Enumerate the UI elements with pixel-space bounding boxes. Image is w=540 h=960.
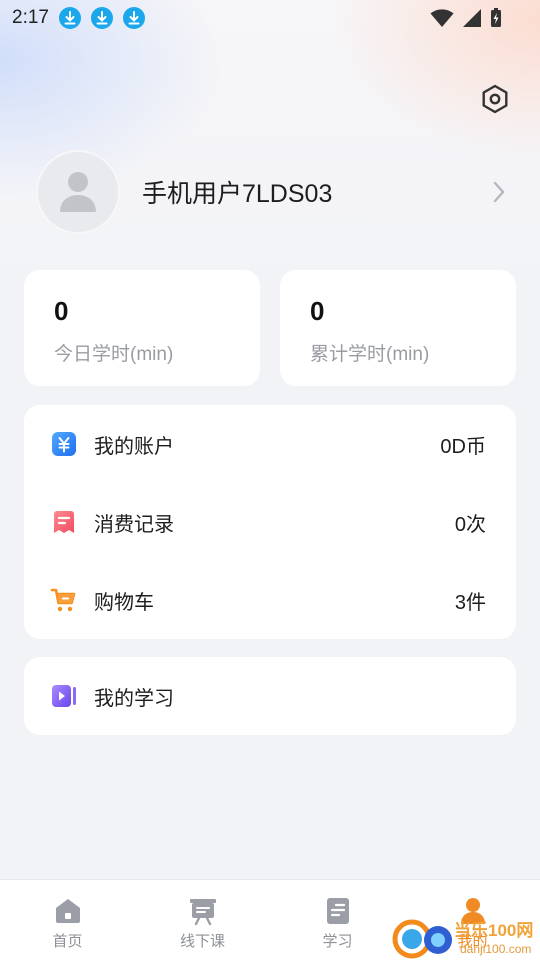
study-menu-card: 我的学习 <box>24 657 516 735</box>
chevron-right-icon <box>493 181 505 203</box>
total-study-value: 0 <box>310 296 325 326</box>
wifi-icon <box>430 9 454 27</box>
avatar[interactable] <box>36 150 120 234</box>
tab-study[interactable]: 学习 <box>270 880 405 960</box>
download-icon <box>90 7 113 29</box>
menu-item-records[interactable]: 消费记录 0次 <box>24 483 516 561</box>
account-menu-card: 我的账户 0D币 消费记录 0次 购物车 3件 <box>24 405 516 639</box>
menu-label-account: 我的账户 <box>94 435 174 458</box>
download-icon <box>58 7 81 29</box>
wallet-icon <box>52 432 76 456</box>
menu-label-cart: 购物车 <box>94 591 154 614</box>
play-icon <box>52 685 76 707</box>
offline-class-icon <box>189 899 216 926</box>
total-study-card[interactable]: 0 累计学时(min) <box>280 270 516 386</box>
menu-label-my-study: 我的学习 <box>94 687 174 710</box>
total-study-label: 累计学时(min) <box>310 344 430 365</box>
cart-icon <box>50 588 76 612</box>
tab-home[interactable]: 首页 <box>0 880 135 960</box>
menu-label-records: 消费记录 <box>94 513 174 536</box>
status-time: 2:17 <box>12 7 49 28</box>
menu-item-cart[interactable]: 购物车 3件 <box>24 561 516 639</box>
today-study-label: 今日学时(min) <box>54 344 174 365</box>
menu-item-my-study[interactable]: 我的学习 <box>24 657 516 735</box>
download-icon <box>122 7 145 29</box>
watermark-text: 当乐100网 <box>454 921 534 940</box>
tab-label-offline-class: 线下课 <box>179 933 225 950</box>
tab-label-home: 首页 <box>52 933 83 950</box>
study-icon <box>326 898 349 924</box>
watermark-emblem-icon <box>392 919 452 959</box>
tab-label-study: 学习 <box>322 933 353 950</box>
menu-value-account: 0D币 <box>440 435 486 458</box>
menu-value-records: 0次 <box>454 513 486 536</box>
signal-icon <box>463 9 481 27</box>
status-bar: 2:17 <box>0 0 540 36</box>
tab-offline-class[interactable]: 线下课 <box>135 880 270 960</box>
user-avatar-icon <box>60 172 96 212</box>
username: 手机用户7LDS03 <box>142 180 333 208</box>
menu-value-cart: 3件 <box>454 591 486 614</box>
watermark-url: danji100.com <box>460 942 532 956</box>
menu-item-account[interactable]: 我的账户 0D币 <box>24 405 516 483</box>
today-study-value: 0 <box>54 296 69 326</box>
watermark-logo: 当乐100网 danji100.com <box>392 914 540 960</box>
today-study-card[interactable]: 0 今日学时(min) <box>24 270 260 386</box>
profile-row[interactable]: 手机用户7LDS03 <box>36 150 506 234</box>
settings-button[interactable] <box>480 84 510 114</box>
gear-icon <box>482 84 508 114</box>
record-icon <box>54 511 74 533</box>
home-icon <box>55 899 80 923</box>
battery-charging-icon <box>491 8 501 27</box>
